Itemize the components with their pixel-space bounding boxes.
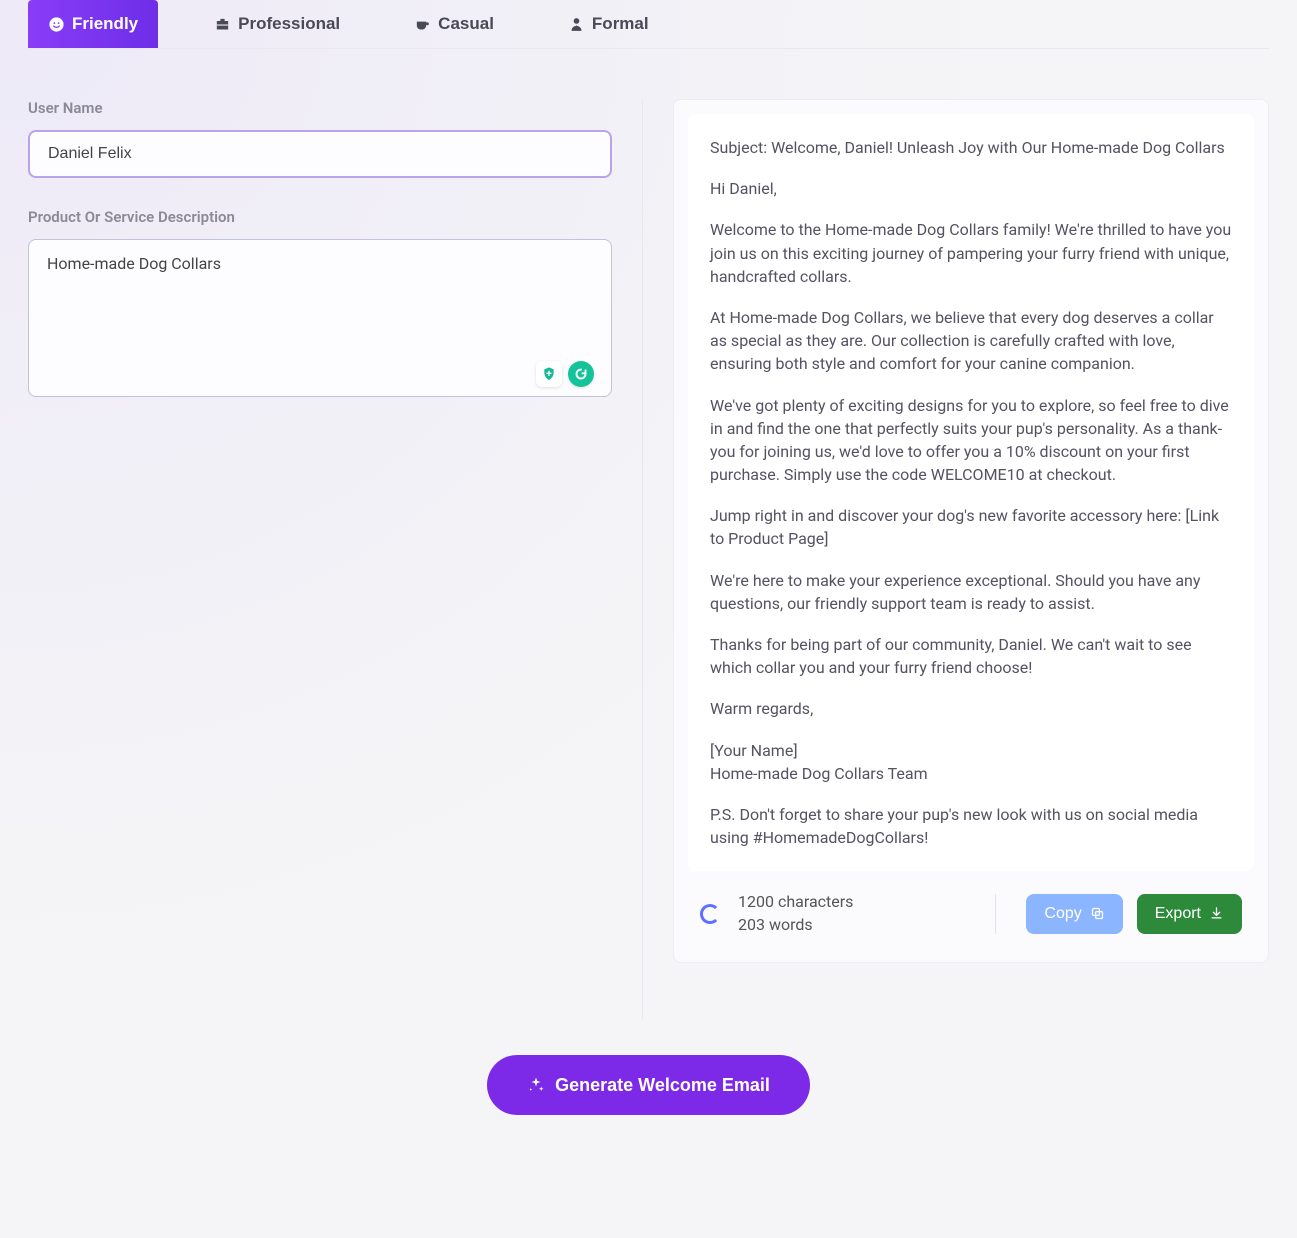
generate-label: Generate Welcome Email [555,1075,770,1096]
export-button[interactable]: Export [1137,894,1242,934]
tab-label: Professional [238,14,340,34]
tab-friendly[interactable]: Friendly [28,0,158,48]
output-paragraph: Jump right in and discover your dog's ne… [710,504,1232,550]
output-paragraph: Warm regards, [710,697,1232,720]
output-paragraph: Hi Daniel, [710,177,1232,200]
output-paragraph: At Home-made Dog Collars, we believe tha… [710,306,1232,376]
output-stats: 1200 characters 203 words [700,891,853,936]
user-name-label: User Name [28,99,612,117]
sparkle-icon [527,1076,545,1094]
output-paragraph: We're here to make your experience excep… [710,569,1232,615]
user-tie-icon [568,16,585,33]
textarea-extensions [536,361,594,387]
tone-tabs: Friendly Professional Casual Formal [28,0,1269,49]
tab-formal[interactable]: Formal [550,0,667,48]
coffee-icon [414,16,431,33]
briefcase-icon [214,16,231,33]
tab-professional[interactable]: Professional [196,0,358,48]
export-label: Export [1155,905,1201,923]
output-paragraph: Thanks for being part of our community, … [710,633,1232,679]
email-output: Subject: Welcome, Daniel! Unleash Joy wi… [688,114,1254,871]
word-count: 203 words [738,914,853,936]
output-panel: Subject: Welcome, Daniel! Unleash Joy wi… [643,99,1269,1019]
input-panel: User Name Product Or Service Description [28,99,643,1019]
copy-icon [1090,906,1105,921]
tab-label: Friendly [72,14,138,34]
char-count: 1200 characters [738,891,853,913]
copy-label: Copy [1044,905,1081,923]
product-description-label: Product Or Service Description [28,208,612,226]
product-description-textarea[interactable] [28,239,612,397]
generate-button[interactable]: Generate Welcome Email [487,1055,810,1115]
tab-label: Casual [438,14,494,34]
grammarly-icon[interactable] [568,361,594,387]
tab-label: Formal [592,14,649,34]
output-paragraph: Welcome to the Home-made Dog Collars fam… [710,218,1232,288]
output-paragraph: Subject: Welcome, Daniel! Unleash Joy wi… [710,136,1232,159]
shield-plus-icon[interactable] [536,361,562,387]
loading-spinner-icon [700,904,720,924]
output-paragraph: [Your Name]Home-made Dog Collars Team [710,739,1232,785]
output-paragraph: P.S. Don't forget to share your pup's ne… [710,803,1232,849]
download-icon [1209,906,1224,921]
copy-button[interactable]: Copy [1026,894,1122,934]
smile-icon [48,16,65,33]
user-name-input[interactable] [28,130,612,178]
tab-casual[interactable]: Casual [396,0,512,48]
output-paragraph: We've got plenty of exciting designs for… [710,394,1232,487]
